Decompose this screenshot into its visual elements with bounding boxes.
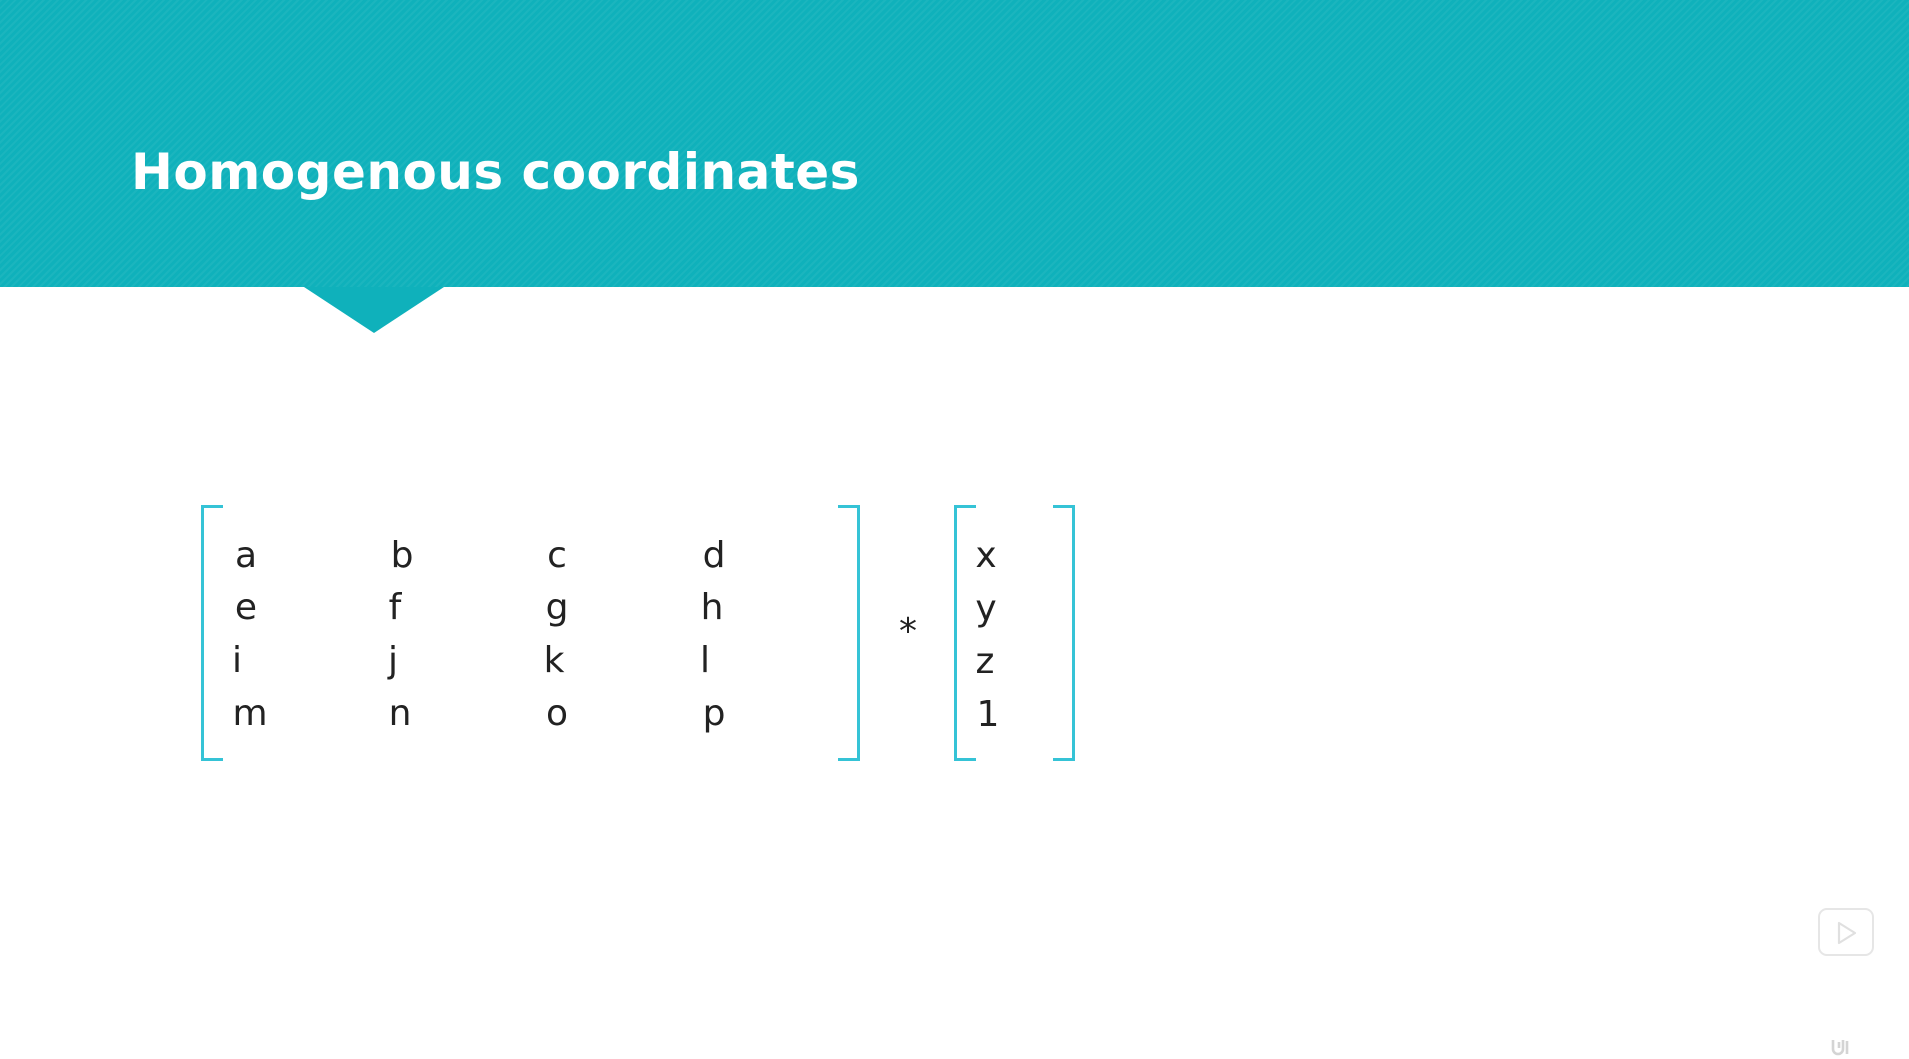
matrix-cell: i bbox=[231, 640, 242, 681]
matrix-cell: o bbox=[545, 693, 569, 734]
vector-cell: y bbox=[975, 588, 997, 629]
vector-right-bracket bbox=[1053, 505, 1075, 761]
matrix-cell: g bbox=[545, 587, 569, 628]
matrix-cell: h bbox=[700, 587, 724, 628]
udemy-logo-icon bbox=[1831, 1040, 1849, 1056]
matrix-cell: k bbox=[543, 640, 565, 681]
slide-header: Homogenous coordinates bbox=[0, 0, 1909, 287]
matrix-cell: c bbox=[547, 535, 567, 576]
matrix-cell: j bbox=[387, 640, 398, 681]
vector-cell: x bbox=[975, 535, 997, 576]
matrix-cell: p bbox=[702, 693, 726, 734]
matrix-cell: m bbox=[232, 693, 268, 734]
play-button[interactable] bbox=[1818, 908, 1874, 956]
matrix-cell: a bbox=[234, 535, 258, 576]
vector-cell: z bbox=[975, 641, 995, 682]
matrix-cell: b bbox=[390, 535, 414, 576]
play-icon bbox=[1837, 921, 1857, 945]
matrix-cell: f bbox=[388, 587, 402, 628]
udemy-watermark bbox=[1830, 1036, 1906, 1058]
matrix-cell: d bbox=[702, 535, 726, 576]
matrix-cell: e bbox=[234, 587, 258, 628]
header-pointer bbox=[304, 287, 444, 333]
matrix-cell: n bbox=[388, 693, 412, 734]
vector-cell: 1 bbox=[976, 694, 1000, 735]
slide-title: Homogenous coordinates bbox=[131, 143, 860, 201]
matrix-cell: l bbox=[699, 640, 710, 681]
multiply-operator: * bbox=[899, 611, 917, 652]
matrix-right-bracket bbox=[838, 505, 860, 761]
